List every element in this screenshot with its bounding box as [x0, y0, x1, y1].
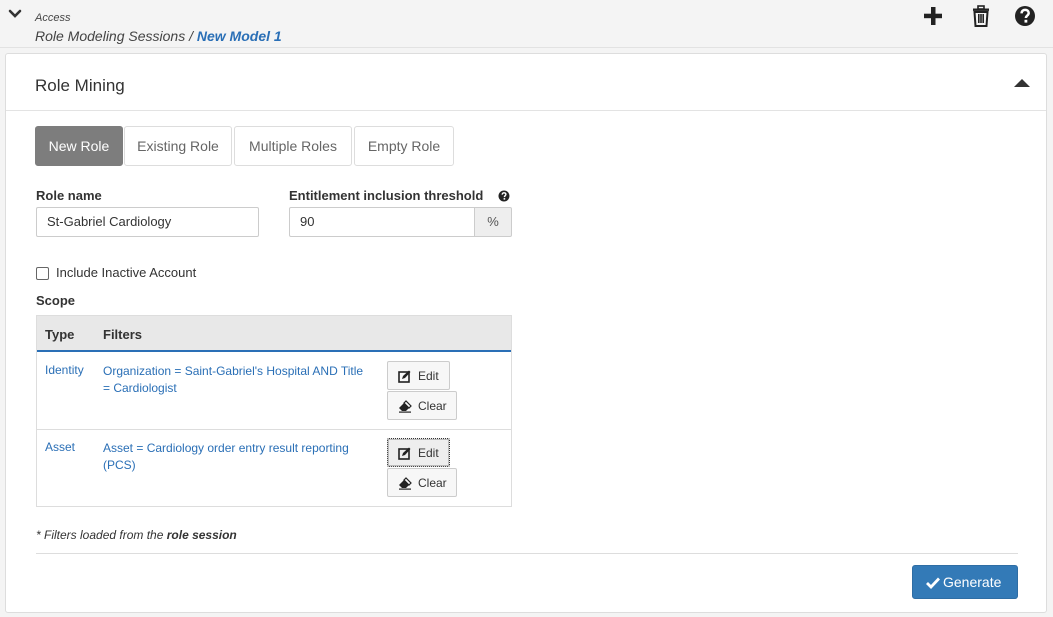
row-type[interactable]: Identity: [45, 363, 84, 377]
column-header-filters: Filters: [103, 327, 143, 342]
tab-empty-role[interactable]: Empty Role: [354, 126, 454, 166]
collapse-caret-icon[interactable]: [1014, 79, 1030, 87]
edit-label: Edit: [418, 446, 439, 460]
eraser-icon: [399, 400, 412, 413]
breadcrumb-parent[interactable]: Role Modeling Sessions: [35, 28, 185, 44]
footnote-text: * Filters loaded from the: [36, 528, 167, 542]
threshold-label: Entitlement inclusion threshold: [289, 188, 484, 203]
eraser-icon: [399, 477, 412, 490]
role-mining-panel: Role Mining New Role Existing Role Multi…: [5, 53, 1047, 613]
footnote-emphasis: role session: [166, 528, 237, 542]
edit-icon: [398, 370, 411, 383]
help-icon[interactable]: [498, 190, 510, 202]
top-bar: Access Role Modeling Sessions / New Mode…: [0, 0, 1053, 48]
role-name-input[interactable]: St-Gabriel Cardiology: [36, 207, 259, 237]
tab-new-role[interactable]: New Role: [35, 126, 123, 166]
tab-existing-role[interactable]: Existing Role: [124, 126, 232, 166]
breadcrumb-separator: /: [185, 28, 197, 44]
edit-icon: [398, 447, 411, 460]
row-type[interactable]: Asset: [45, 440, 75, 454]
column-header-type: Type: [45, 327, 75, 342]
row-filter[interactable]: Asset = Cardiology order entry result re…: [103, 440, 373, 474]
footnote: * Filters loaded from the role session: [36, 528, 237, 542]
question-icon[interactable]: [1014, 5, 1036, 27]
table-header: Type Filters: [37, 316, 511, 352]
check-icon: [926, 577, 940, 589]
generate-label: Generate: [943, 574, 1002, 590]
edit-button[interactable]: Edit: [387, 361, 450, 390]
edit-button[interactable]: Edit: [387, 438, 450, 467]
role-name-label: Role name: [36, 188, 102, 203]
generate-button[interactable]: Generate: [912, 565, 1018, 599]
scope-label: Scope: [36, 293, 76, 308]
breadcrumb: Role Modeling Sessions / New Model 1: [35, 28, 282, 44]
edit-label: Edit: [418, 369, 439, 383]
clear-button[interactable]: Clear: [387, 391, 457, 420]
divider: [36, 553, 1018, 554]
include-inactive-label[interactable]: Include Inactive Account: [56, 265, 196, 280]
threshold-input[interactable]: 90: [289, 207, 475, 237]
threshold-unit: %: [474, 207, 512, 237]
plus-icon[interactable]: [922, 5, 944, 27]
breadcrumb-current[interactable]: New Model 1: [197, 28, 282, 44]
trash-icon[interactable]: [970, 5, 992, 27]
clear-label: Clear: [418, 476, 447, 490]
table-row: Asset Asset = Cardiology order entry res…: [37, 430, 511, 507]
clear-button[interactable]: Clear: [387, 468, 457, 497]
chevron-down-icon[interactable]: [8, 8, 22, 20]
tab-multiple-roles[interactable]: Multiple Roles: [234, 126, 352, 166]
scope-table: Type Filters Identity Organization = Sai…: [36, 315, 512, 507]
panel-header: Role Mining: [6, 54, 1046, 111]
table-row: Identity Organization = Saint-Gabriel's …: [37, 353, 511, 430]
clear-label: Clear: [418, 399, 447, 413]
breadcrumb-section: Access: [35, 12, 71, 24]
row-filter[interactable]: Organization = Saint-Gabriel's Hospital …: [103, 363, 373, 397]
panel-title: Role Mining: [35, 76, 125, 95]
include-inactive-checkbox[interactable]: [36, 267, 49, 280]
